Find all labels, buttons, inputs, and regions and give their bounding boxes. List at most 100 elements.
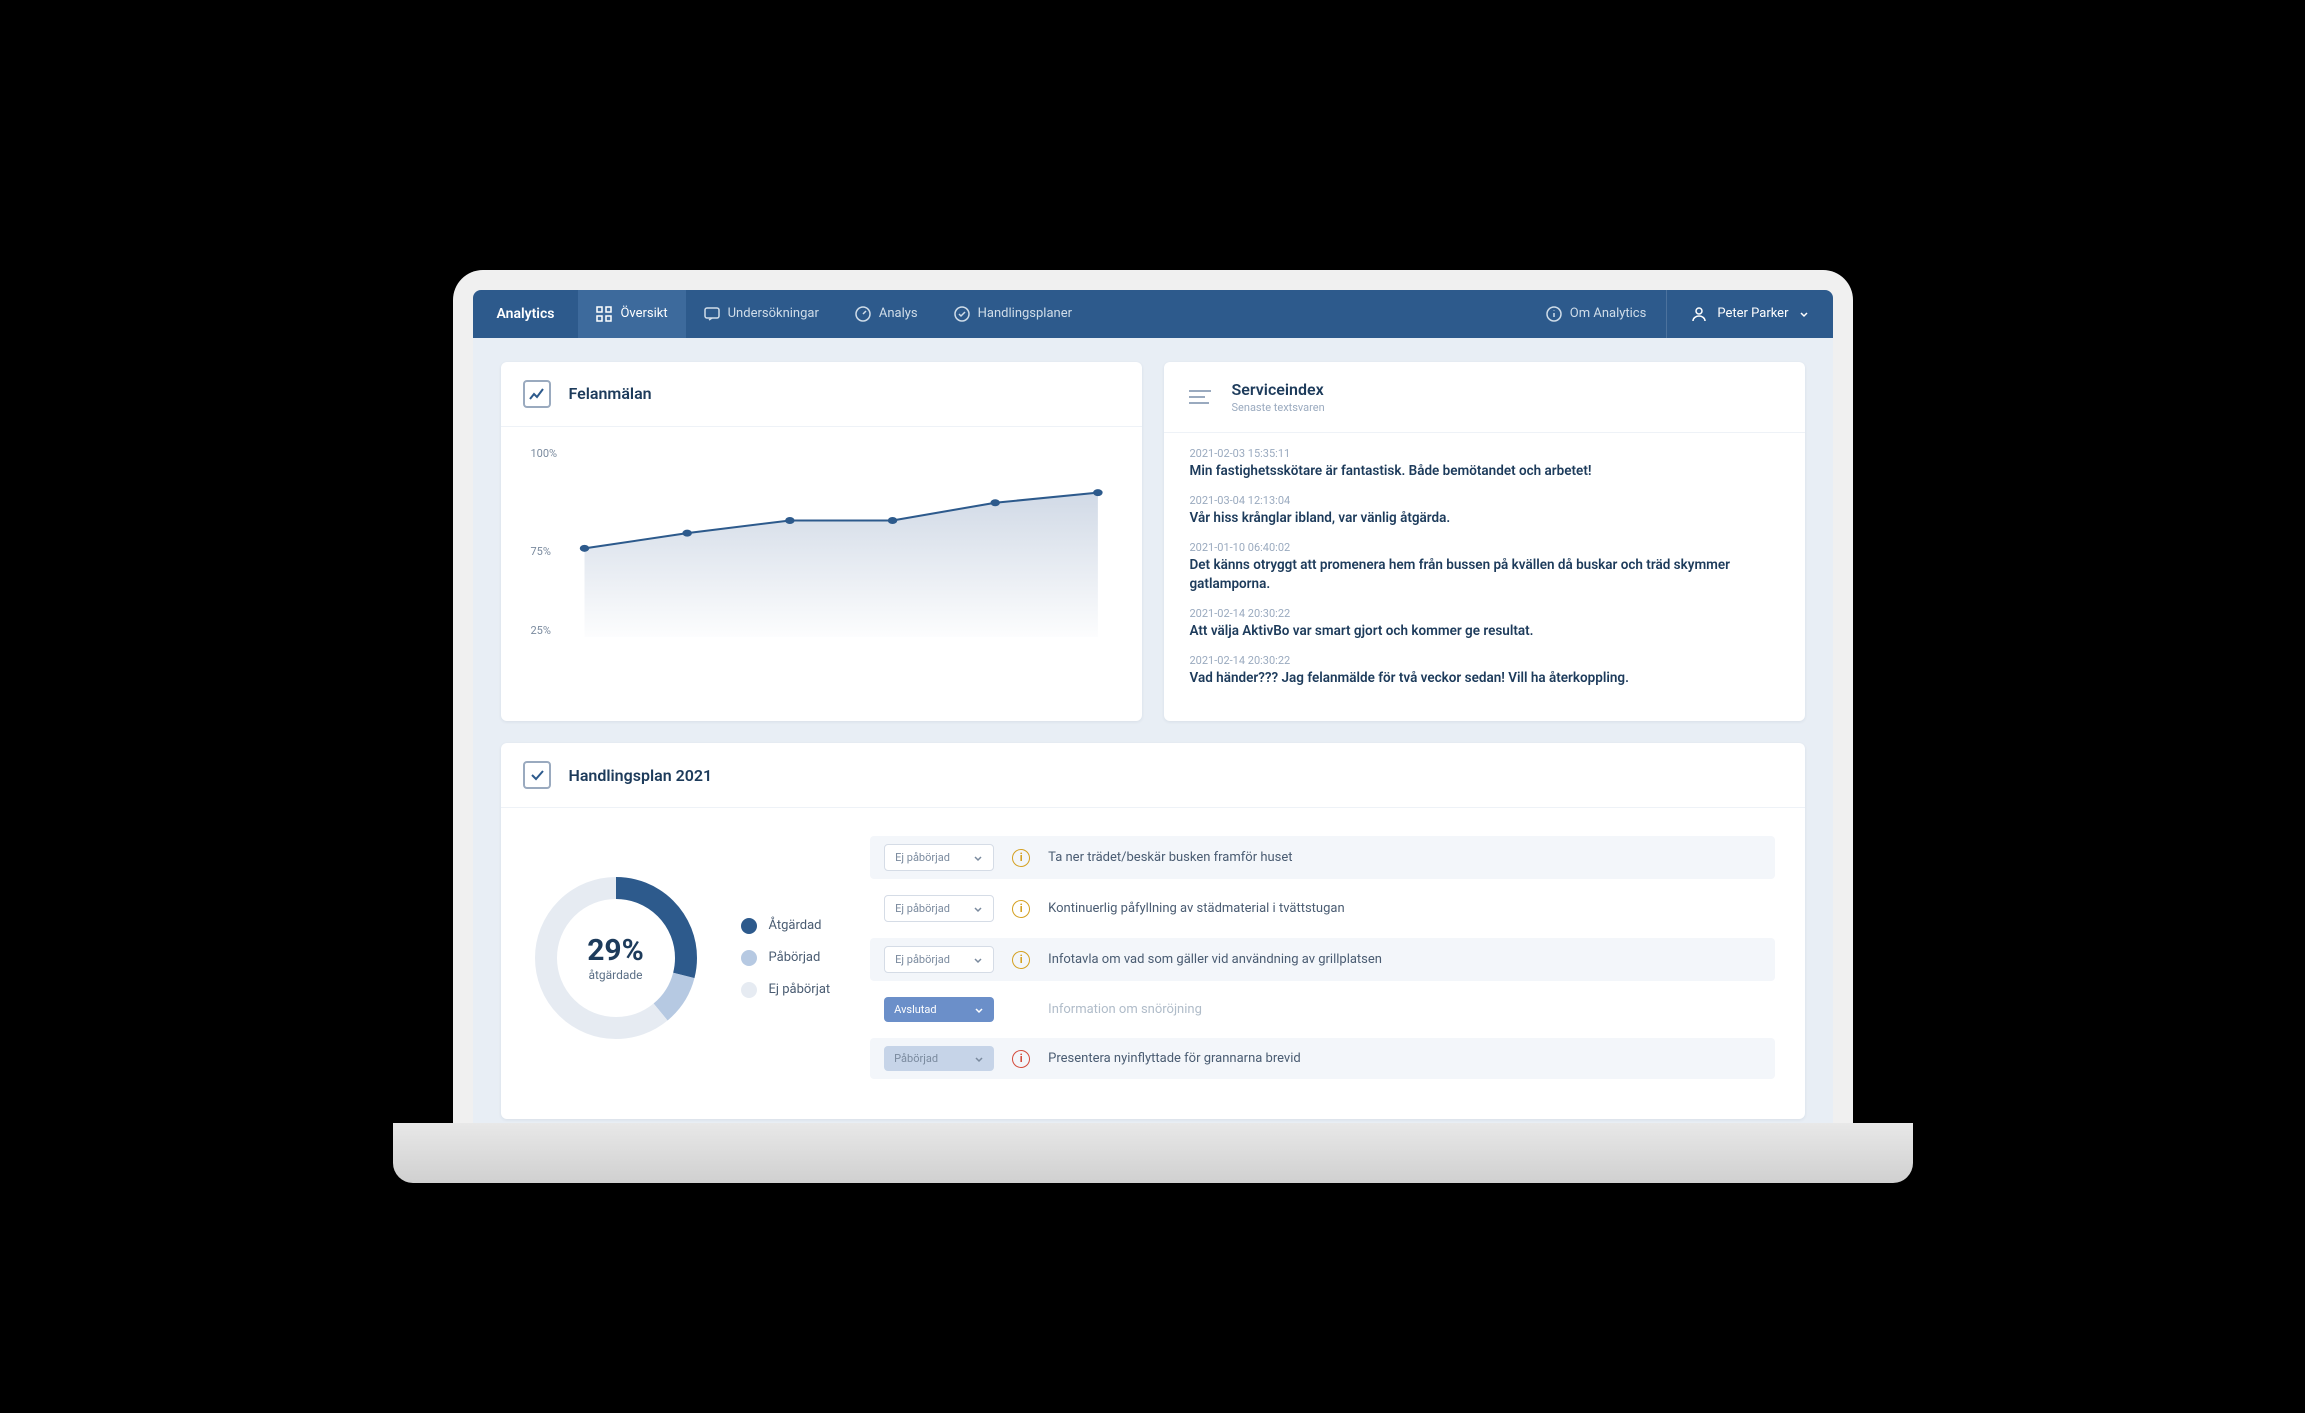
chat-icon <box>704 306 720 322</box>
nav-label: Översikt <box>620 306 667 321</box>
laptop-frame: Analytics Översikt Undersökningar Analys… <box>453 270 1853 1143</box>
legend-label: Påbörjad <box>769 950 821 965</box>
status-label: Ej påbörjad <box>895 851 950 864</box>
brand-label: Analytics <box>473 306 579 322</box>
feed-item[interactable]: 2021-03-04 12:13:04 Vår hiss krånglar ibl… <box>1190 494 1779 527</box>
legend-label: Åtgärdad <box>769 918 822 933</box>
info-icon <box>1546 306 1562 322</box>
feed-timestamp: 2021-02-14 20:30:22 <box>1190 607 1779 620</box>
feed-text: Att välja AktivBo var smart gjort och ko… <box>1190 622 1779 640</box>
feed-text: Vår hiss krånglar ibland, var vänlig åtg… <box>1190 509 1779 527</box>
task-row: Avslutad Information om snöröjning <box>870 989 1774 1030</box>
feed-item[interactable]: 2021-01-10 06:40:02 Det känns otryggt att… <box>1190 541 1779 592</box>
list-icon <box>1186 383 1214 411</box>
percent-label: åtgärdade <box>588 968 642 982</box>
legend-dot <box>741 982 757 998</box>
task-text: Presentera nyinflyttade för grannarna br… <box>1048 1051 1301 1066</box>
legend-row: Påbörjad <box>741 950 831 966</box>
feed-text: Vad händer??? Jag felanmälde för två vec… <box>1190 669 1779 687</box>
line-chart-icon <box>523 380 551 408</box>
feed-timestamp: 2021-03-04 12:13:04 <box>1190 494 1779 507</box>
card-felanmalan: Felanmälan 100% 75% 25% <box>501 362 1142 721</box>
top-nav: Analytics Översikt Undersökningar Analys… <box>473 290 1833 338</box>
plan-body: 29% åtgärdade Åtgärdad Påbörjad Ej påbörja… <box>501 808 1805 1119</box>
donut-legend: Åtgärdad Påbörjad Ej påbörjat <box>741 918 831 998</box>
app-screen: Analytics Översikt Undersökningar Analys… <box>473 290 1833 1143</box>
status-label: Ej påbörjad <box>895 953 950 966</box>
nav-actionplans[interactable]: Handlingsplaner <box>936 290 1090 338</box>
feed-timestamp: 2021-02-14 20:30:22 <box>1190 654 1779 667</box>
task-row: Påbörjad i Presentera nyinflyttade för gra… <box>870 1038 1774 1079</box>
feed-text: Min fastighetsskötare är fantastisk. Båd… <box>1190 462 1779 480</box>
nav-label: Analys <box>879 306 918 321</box>
check-icon <box>523 761 551 789</box>
card-handlingsplan: Handlingsplan 2021 29% åtgärdade Åtgärda… <box>501 743 1805 1119</box>
tick-label: 100% <box>531 447 558 460</box>
tick-label: 75% <box>531 545 558 558</box>
nav-overview[interactable]: Översikt <box>578 290 685 338</box>
chart-area: 100% 75% 25% <box>501 427 1142 667</box>
task-row: Ej påbörjadiInfotavla om vad som gäller … <box>870 938 1774 981</box>
legend-row: Åtgärdad <box>741 918 831 934</box>
check-circle-icon <box>954 306 970 322</box>
feed-timestamp: 2021-01-10 06:40:02 <box>1190 541 1779 554</box>
card-serviceindex: Serviceindex Senaste textsvaren 2021-02-… <box>1164 362 1805 721</box>
card-header: Handlingsplan 2021 <box>501 743 1805 808</box>
status-dropdown[interactable]: Avslutad <box>884 997 994 1022</box>
task-text: Infotavla om vad som gäller vid användni… <box>1048 952 1382 967</box>
percent-value: 29% <box>587 933 644 968</box>
tick-label: 25% <box>531 624 558 637</box>
user-menu[interactable]: Peter Parker <box>1666 290 1832 338</box>
feed-text: Det känns otryggt att promenera hem från… <box>1190 556 1779 592</box>
nav-analysis[interactable]: Analys <box>837 290 936 338</box>
about-label: Om Analytics <box>1570 306 1647 321</box>
card-title: Serviceindex <box>1232 380 1325 399</box>
status-label: Ej påbörjad <box>895 902 950 915</box>
task-list: Ej påbörjad i Ta ner trädet/beskär busken … <box>870 836 1774 1079</box>
status-dropdown[interactable]: Ej påbörjad <box>884 946 994 973</box>
card-title: Handlingsplan 2021 <box>569 766 713 785</box>
chevron-down-icon <box>974 1005 984 1015</box>
chevron-down-icon <box>974 1054 984 1064</box>
donut-chart: 29% åtgärdade <box>531 873 701 1043</box>
gauge-icon <box>855 306 871 322</box>
grid-icon <box>596 306 612 322</box>
feed-timestamp: 2021-02-03 15:35:11 <box>1190 447 1779 460</box>
task-text: Information om snöröjning <box>1048 1002 1202 1017</box>
feed-item[interactable]: 2021-02-14 20:30:22 Vad händer??? Jag fel… <box>1190 654 1779 687</box>
feed-list: 2021-02-03 15:35:11 Min fastighetsskötare… <box>1164 433 1805 721</box>
nav-label: Undersökningar <box>728 306 819 321</box>
card-subtitle: Senaste textsvaren <box>1232 401 1325 414</box>
status-label: Avslutad <box>894 1003 936 1016</box>
task-row: Ej påbörjad i Ta ner trädet/beskär busken … <box>870 836 1774 879</box>
task-row: Ej påbörjadiKontinuerlig påfyllning av s… <box>870 887 1774 930</box>
legend-label: Ej påbörjat <box>769 982 831 997</box>
status-dropdown[interactable]: Ej påbörjad <box>884 895 994 922</box>
priority-icon: i <box>1012 849 1030 867</box>
chevron-down-icon <box>973 904 983 914</box>
user-icon <box>1691 306 1707 322</box>
dashboard-content: Felanmälan 100% 75% 25% <box>473 338 1833 1143</box>
status-dropdown[interactable]: Påbörjad <box>884 1046 994 1071</box>
about-link[interactable]: Om Analytics <box>1526 306 1667 322</box>
card-header: Felanmälan <box>501 362 1142 427</box>
priority-icon: i <box>1012 1050 1030 1068</box>
y-axis-labels: 100% 75% 25% <box>531 447 558 637</box>
priority-icon: i <box>1012 900 1030 918</box>
line-chart <box>571 447 1111 637</box>
card-header: Serviceindex Senaste textsvaren <box>1164 362 1805 433</box>
legend-row: Ej påbörjat <box>741 982 831 998</box>
user-name: Peter Parker <box>1717 306 1788 321</box>
chevron-down-icon <box>1799 309 1809 319</box>
status-dropdown[interactable]: Ej påbörjad <box>884 844 994 871</box>
task-text: Ta ner trädet/beskär busken framför huse… <box>1048 850 1292 865</box>
donut-section: 29% åtgärdade Åtgärdad Påbörjad Ej påbörja… <box>531 873 831 1043</box>
nav-surveys[interactable]: Undersökningar <box>686 290 837 338</box>
chevron-down-icon <box>973 853 983 863</box>
legend-dot <box>741 918 757 934</box>
feed-item[interactable]: 2021-02-03 15:35:11 Min fastighetsskötare… <box>1190 447 1779 480</box>
chevron-down-icon <box>973 955 983 965</box>
feed-item[interactable]: 2021-02-14 20:30:22 Att välja AktivBo var… <box>1190 607 1779 640</box>
nav-label: Handlingsplaner <box>978 306 1072 321</box>
donut-center: 29% åtgärdade <box>531 873 701 1043</box>
